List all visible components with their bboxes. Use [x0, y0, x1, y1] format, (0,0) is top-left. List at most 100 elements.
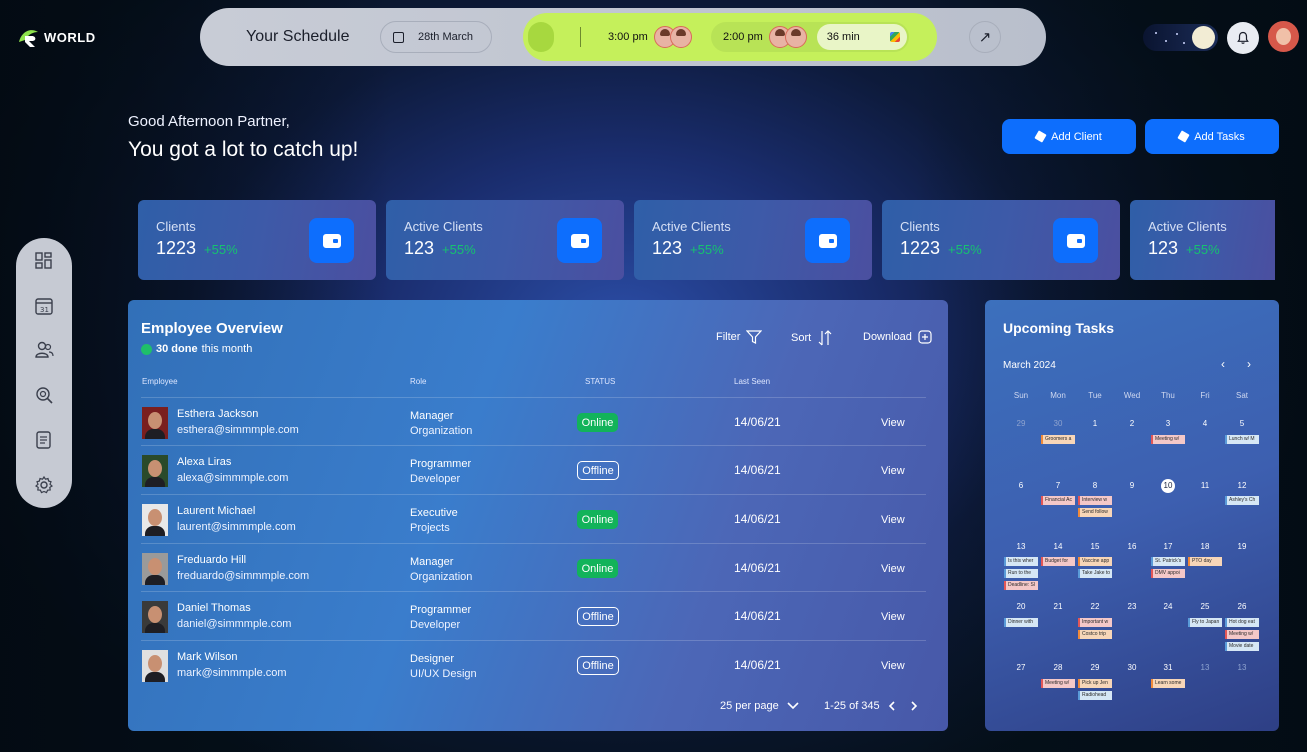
calendar-event[interactable]: Important w: [1078, 618, 1112, 627]
calendar-day[interactable]: 13: [1224, 663, 1260, 672]
sidebar-item-dashboard[interactable]: [32, 249, 56, 273]
stat-card[interactable]: Clients 1223 +55%: [882, 200, 1120, 280]
filter-button[interactable]: Filter: [716, 330, 763, 344]
sidebar-item-calendar[interactable]: 31: [32, 294, 56, 318]
chevron-left-icon[interactable]: [888, 701, 896, 711]
calendar-day[interactable]: 30: [1114, 663, 1150, 672]
theme-toggle[interactable]: [1143, 24, 1218, 51]
sidebar-item-search[interactable]: [32, 383, 56, 407]
calendar-day[interactable]: 15: [1077, 542, 1113, 551]
download-button[interactable]: Download: [863, 330, 932, 344]
calendar-day[interactable]: 12: [1224, 481, 1260, 490]
sidebar-item-settings[interactable]: [32, 473, 56, 497]
calendar-day[interactable]: 21: [1040, 602, 1076, 611]
calendar-day[interactable]: 29: [1003, 419, 1039, 428]
calendar-event[interactable]: Learn some: [1151, 679, 1185, 688]
stat-card[interactable]: Active Clients 123 +55%: [386, 200, 624, 280]
calendar-day[interactable]: 20: [1003, 602, 1039, 611]
add-tasks-button[interactable]: Add Tasks: [1145, 119, 1279, 154]
view-link[interactable]: View: [881, 417, 905, 429]
calendar-event[interactable]: Run to the: [1004, 569, 1038, 578]
sidebar-item-reports[interactable]: [32, 428, 56, 452]
view-link[interactable]: View: [881, 514, 905, 526]
calendar-event[interactable]: Is this wher: [1004, 557, 1038, 566]
calendar-day[interactable]: 29: [1077, 663, 1113, 672]
calendar-event[interactable]: Financial Ac: [1041, 496, 1075, 505]
column-header-employee[interactable]: Employee: [142, 377, 178, 386]
calendar-day[interactable]: 9: [1114, 481, 1150, 490]
calendar-event[interactable]: Movie date: [1225, 642, 1259, 651]
add-client-button[interactable]: Add Client: [1002, 119, 1136, 154]
schedule-slot-1[interactable]: 3:00 pm: [595, 22, 699, 52]
calendar-event[interactable]: Ashley's Ch: [1225, 496, 1259, 505]
calendar-day-today[interactable]: 10: [1150, 481, 1186, 490]
calendar-event[interactable]: Deadline: Sl: [1004, 581, 1038, 590]
calendar-day[interactable]: 4: [1187, 419, 1223, 428]
calendar-event[interactable]: Fly to Japan: [1188, 618, 1222, 627]
view-link[interactable]: View: [881, 465, 905, 477]
calendar-event[interactable]: DMV appoi: [1151, 569, 1185, 578]
calendar-day[interactable]: 26: [1224, 602, 1260, 611]
calendar-event[interactable]: Pick up Jen: [1078, 679, 1112, 688]
calendar-event[interactable]: Meeting w/: [1225, 630, 1259, 639]
timeline-handle[interactable]: [528, 22, 554, 52]
chevron-right-icon[interactable]: [904, 701, 918, 711]
calendar-day[interactable]: 6: [1003, 481, 1039, 490]
calendar-day[interactable]: 5: [1224, 419, 1260, 428]
calendar-day[interactable]: 19: [1224, 542, 1260, 551]
calendar-event[interactable]: Interview w: [1078, 496, 1112, 505]
calendar-day[interactable]: 24: [1150, 602, 1186, 611]
calendar-event[interactable]: PTO day: [1188, 557, 1222, 566]
calendar-event[interactable]: Meeting w/: [1151, 435, 1185, 444]
calendar-day[interactable]: 17: [1150, 542, 1186, 551]
calendar-event[interactable]: Budget for: [1041, 557, 1075, 566]
calendar-day[interactable]: 11: [1187, 481, 1223, 490]
view-link[interactable]: View: [881, 660, 905, 672]
stat-card[interactable]: Active Clients 123 +55%: [634, 200, 872, 280]
calendar-day[interactable]: 7: [1040, 481, 1076, 490]
calendar-event[interactable]: Costco trip: [1078, 630, 1112, 639]
notifications-button[interactable]: [1227, 22, 1259, 54]
calendar-event[interactable]: Send follow: [1078, 508, 1112, 517]
user-avatar[interactable]: [1268, 21, 1299, 52]
calendar-day[interactable]: 31: [1150, 663, 1186, 672]
stat-card[interactable]: Clients 1223 +55%: [138, 200, 376, 280]
open-schedule-button[interactable]: ↗: [969, 21, 1001, 53]
calendar-event[interactable]: Dinner with: [1004, 618, 1038, 627]
calendar-day[interactable]: 13: [1003, 542, 1039, 551]
calendar-day[interactable]: 13: [1187, 663, 1223, 672]
calendar-day[interactable]: 27: [1003, 663, 1039, 672]
calendar-day[interactable]: 3: [1150, 419, 1186, 428]
calendar-day[interactable]: 25: [1187, 602, 1223, 611]
prev-month-button[interactable]: ‹: [1221, 357, 1225, 371]
calendar-event[interactable]: St. Patrick's: [1151, 557, 1185, 566]
next-month-button[interactable]: ›: [1247, 357, 1251, 371]
calendar-day[interactable]: 23: [1114, 602, 1150, 611]
brand-logo[interactable]: WORLD: [16, 26, 96, 48]
calendar-event[interactable]: Lunch w/ M: [1225, 435, 1259, 444]
calendar-event[interactable]: Hot dog eat: [1225, 618, 1259, 627]
column-header-last-seen[interactable]: Last Seen: [734, 377, 770, 386]
calendar-event[interactable]: Take Jake to: [1078, 569, 1112, 578]
calendar-day[interactable]: 28: [1040, 663, 1076, 672]
calendar-day[interactable]: 1: [1077, 419, 1113, 428]
calendar-day[interactable]: 22: [1077, 602, 1113, 611]
sidebar-item-users[interactable]: [32, 338, 56, 362]
column-header-status[interactable]: STATUS: [585, 377, 615, 386]
stat-card[interactable]: Active Clients 123 +55%: [1130, 200, 1275, 280]
calendar-day[interactable]: 18: [1187, 542, 1223, 551]
calendar-day[interactable]: 14: [1040, 542, 1076, 551]
per-page-select[interactable]: 25 per page: [720, 700, 799, 712]
schedule-slot-2[interactable]: 2:00 pm 36 min: [711, 22, 909, 52]
view-link[interactable]: View: [881, 563, 905, 575]
calendar-day[interactable]: 30: [1040, 419, 1076, 428]
calendar-day[interactable]: 16: [1114, 542, 1150, 551]
calendar-event[interactable]: Groomers a: [1041, 435, 1075, 444]
sort-button[interactable]: Sort: [791, 330, 833, 346]
view-link[interactable]: View: [881, 611, 905, 623]
calendar-day[interactable]: 2: [1114, 419, 1150, 428]
calendar-day[interactable]: 8: [1077, 481, 1113, 490]
calendar-event[interactable]: Radiohead: [1078, 691, 1112, 700]
calendar-event[interactable]: Vaccine app: [1078, 557, 1112, 566]
calendar-event[interactable]: Meeting w/: [1041, 679, 1075, 688]
